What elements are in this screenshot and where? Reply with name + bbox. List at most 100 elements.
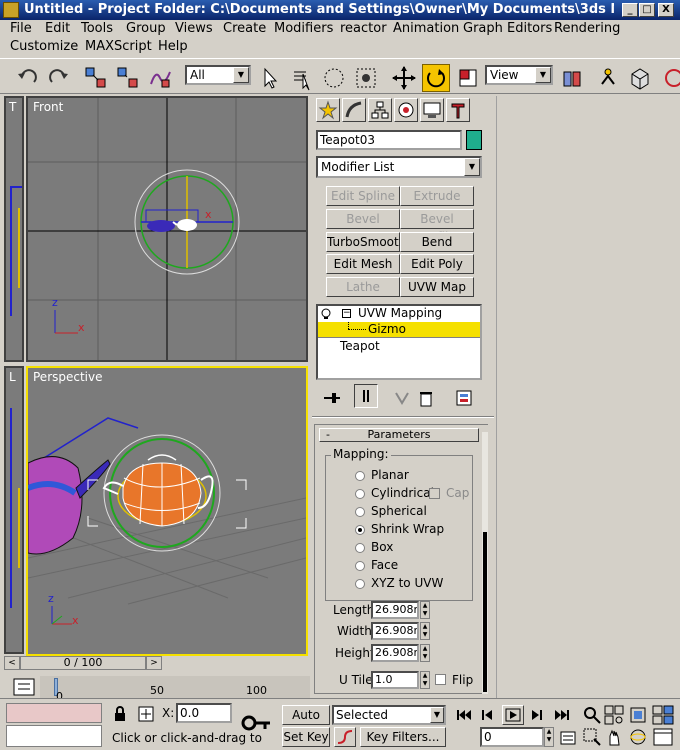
absolute-mode-icon[interactable] [136, 705, 158, 723]
time-slider[interactable]: 0 / 100 [20, 656, 146, 670]
menu-rendering[interactable]: Rendering [554, 21, 620, 36]
menu-reactor[interactable]: reactor [340, 21, 387, 36]
key-selection-dropdown[interactable]: Selected ▼ [332, 705, 446, 725]
pin-stack-icon[interactable] [320, 388, 344, 408]
length-field[interactable]: 26.908m [371, 601, 419, 619]
viewport-left-strip[interactable]: L [4, 366, 24, 654]
minimize-button[interactable]: _ [622, 3, 638, 17]
menu-file[interactable]: File [10, 21, 32, 36]
perspective-viewport[interactable]: Perspective z x [26, 366, 308, 656]
select-and-manipulate-icon[interactable] [594, 64, 622, 92]
previous-frame-icon[interactable] [478, 707, 498, 723]
shrink-wrap-radio[interactable] [355, 525, 365, 535]
stack-item-gizmo-row[interactable]: Gizmo [318, 322, 480, 337]
modifier-list-dropdown[interactable]: Modifier List ▼ [316, 156, 482, 178]
flip-checkbox[interactable] [435, 674, 446, 685]
menu-views[interactable]: Views [175, 21, 213, 36]
planar-radio[interactable] [355, 471, 365, 481]
redo-icon[interactable] [44, 64, 72, 92]
zoom-extents-all-icon[interactable] [652, 705, 676, 725]
object-name-field[interactable]: Teapot03 [316, 130, 462, 150]
collapse-icon[interactable]: − [342, 309, 351, 318]
go-to-end-icon[interactable] [552, 707, 572, 723]
show-end-result-icon[interactable] [354, 384, 378, 408]
go-to-start-icon[interactable] [454, 707, 474, 723]
snaps-toggle-icon[interactable] [660, 64, 680, 92]
stack-item-teapot[interactable]: Teapot [340, 339, 380, 353]
modify-tab-icon[interactable] [342, 98, 366, 122]
keyboard-shortcut-override-icon[interactable] [626, 64, 654, 92]
edit-poly-button[interactable]: Edit Poly [400, 254, 474, 274]
viewport-top-strip[interactable]: T [4, 96, 24, 362]
key-filters-button[interactable]: Key Filters... [360, 727, 446, 747]
menu-graph-editors[interactable]: Graph Editors [463, 21, 552, 36]
zoom-icon[interactable] [582, 705, 602, 725]
select-and-scale-icon[interactable] [454, 64, 482, 92]
region-select-icon[interactable] [320, 64, 348, 92]
menu-create[interactable]: Create [223, 21, 266, 36]
menu-edit[interactable]: Edit [45, 21, 70, 36]
unlink-selection-icon[interactable] [114, 64, 142, 92]
select-by-name-icon[interactable] [288, 64, 316, 92]
curve-editor-icon[interactable] [10, 676, 38, 698]
front-viewport-label[interactable]: Front [33, 100, 63, 114]
bind-space-warp-icon[interactable] [146, 64, 174, 92]
edit-spline-button[interactable]: Edit Spline [326, 186, 400, 206]
window-crossing-icon[interactable] [352, 64, 380, 92]
reference-coordinate-dropdown[interactable]: View ▼ [485, 65, 553, 85]
select-and-link-icon[interactable] [82, 64, 110, 92]
zoom-region-icon[interactable] [582, 727, 602, 747]
height-field[interactable]: 26.908m [371, 644, 419, 662]
make-unique-icon[interactable] [392, 388, 412, 408]
extrude-button[interactable]: Extrude [400, 186, 474, 206]
spherical-radio[interactable] [355, 507, 365, 517]
play-icon[interactable] [502, 705, 524, 725]
lathe-button[interactable]: Lathe [326, 277, 400, 297]
select-and-rotate-icon[interactable] [422, 64, 450, 92]
motion-tab-icon[interactable] [394, 98, 418, 122]
cylindrical-radio[interactable] [355, 489, 365, 499]
bevel-profile-button[interactable]: Bevel Profile [400, 209, 474, 244]
select-object-icon[interactable] [256, 64, 284, 92]
next-frame-icon[interactable] [526, 707, 546, 723]
lock-selection-icon[interactable] [110, 705, 130, 723]
u-tile-field[interactable]: 1.0 [371, 671, 419, 689]
track-bar[interactable]: 0 50 100 [40, 676, 310, 703]
length-spinner-icon[interactable]: ▲ ▼ [420, 601, 430, 619]
current-frame-spinner-icon[interactable]: ▲ ▼ [544, 727, 554, 747]
time-configuration-icon[interactable] [558, 729, 578, 747]
selection-filter-dropdown[interactable]: All ▼ [185, 65, 251, 85]
lightbulb-icon[interactable] [320, 308, 332, 320]
menu-modifiers[interactable]: Modifiers [274, 21, 333, 36]
default-tangents-icon[interactable] [334, 727, 356, 747]
maxscript-listener-field[interactable] [6, 703, 102, 723]
close-button[interactable]: X [658, 3, 674, 17]
front-viewport[interactable]: x Front z x [26, 96, 308, 362]
box-radio[interactable] [355, 543, 365, 553]
menu-maxscript[interactable]: MAXScript [85, 39, 152, 54]
select-and-move-icon[interactable] [390, 64, 418, 92]
pivot-center-icon[interactable] [558, 64, 586, 92]
bend-button[interactable]: Bend [400, 232, 474, 252]
cap-checkbox[interactable] [429, 488, 440, 499]
maxscript-output-field[interactable] [6, 725, 102, 747]
turbosmooth-button[interactable]: TurboSmooth [326, 232, 406, 252]
menu-group[interactable]: Group [126, 21, 166, 36]
configure-modifier-sets-icon[interactable] [454, 388, 474, 408]
stack-item-uvw-mapping[interactable]: UVW Mapping [358, 306, 442, 320]
zoom-extents-icon[interactable] [628, 705, 648, 725]
create-tab-icon[interactable] [316, 98, 340, 122]
rollout-scrollbar-thumb[interactable] [483, 532, 487, 692]
menu-animation[interactable]: Animation [393, 21, 459, 36]
xyz-to-uvw-radio[interactable] [355, 579, 365, 589]
menu-help[interactable]: Help [158, 39, 188, 54]
maximize-viewport-icon[interactable] [652, 727, 676, 747]
width-field[interactable]: 26.908m [371, 622, 419, 640]
zoom-all-icon[interactable] [604, 705, 624, 725]
remove-modifier-icon[interactable] [416, 388, 436, 408]
object-color-swatch[interactable] [466, 130, 482, 150]
width-spinner-icon[interactable]: ▲ ▼ [420, 622, 430, 640]
arc-rotate-icon[interactable] [628, 727, 648, 747]
u-tile-spinner-icon[interactable]: ▲ ▼ [420, 671, 430, 689]
set-key-button[interactable]: Set Key [282, 727, 330, 747]
